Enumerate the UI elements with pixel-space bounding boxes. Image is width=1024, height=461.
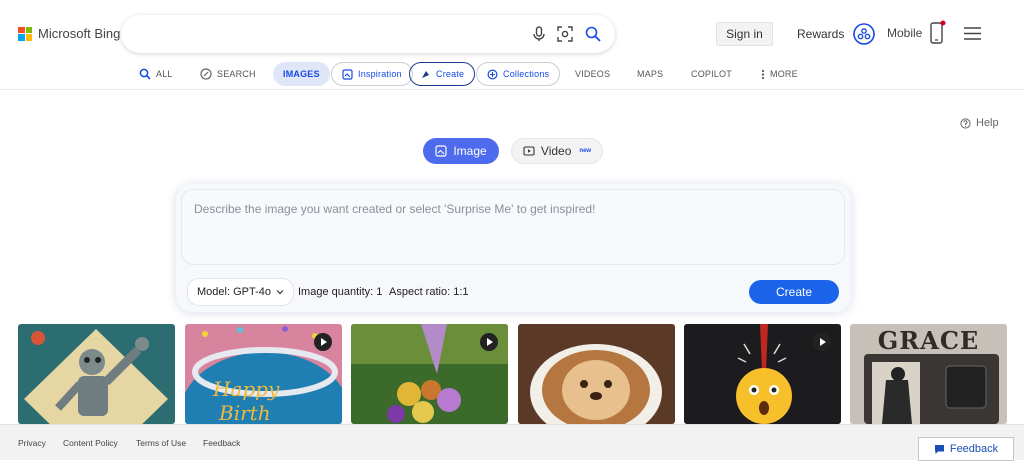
image-mode-button[interactable]: Image [423, 138, 499, 164]
nav-maps[interactable]: MAPS [637, 62, 663, 86]
video-create-icon [523, 146, 535, 156]
nav-images[interactable]: IMAGES [273, 62, 330, 86]
aspect-ratio-option[interactable]: Aspect ratio: 1:1 [389, 286, 469, 298]
rewards-button[interactable]: Rewards [797, 22, 876, 46]
image-mode-label: Image [453, 144, 487, 158]
video-play-icon [813, 333, 831, 351]
gallery-image-otter-latte[interactable] [518, 324, 675, 424]
image-quantity-option[interactable]: Image quantity: 1 [298, 286, 382, 298]
search-box[interactable] [121, 15, 615, 53]
copilot-search-icon [200, 68, 212, 80]
footer-feedback-link[interactable]: Feedback [203, 438, 240, 448]
footer-content-policy-link[interactable]: Content Policy [63, 438, 118, 448]
nav-copilot-label: COPILOT [691, 69, 732, 79]
prompt-placeholder: Describe the image you want created or s… [194, 202, 596, 216]
nav-images-label: IMAGES [283, 69, 320, 79]
nav-inspiration-label: Inspiration [358, 69, 402, 79]
create-icon [422, 70, 429, 78]
microphone-icon[interactable] [530, 25, 548, 43]
nav-videos-label: VIDEOS [575, 69, 611, 79]
nav-maps-label: MAPS [637, 69, 664, 79]
model-label: Model: GPT-4o [197, 286, 271, 298]
brand-name: Microsoft Bing [38, 26, 121, 41]
nav-create-label: Create [436, 69, 465, 79]
svg-text:Birth: Birth [218, 401, 271, 424]
gallery-image-hummingbird[interactable] [351, 324, 508, 424]
collections-icon [487, 68, 498, 80]
gallery-image-title: GRACE [877, 326, 980, 355]
help-icon [960, 117, 971, 129]
rewards-medal-icon [853, 23, 876, 45]
vertical-nav: ALL SEARCH IMAGES Inspiration Create Col… [0, 62, 1024, 88]
nav-create[interactable]: Create [409, 62, 476, 86]
search-icon [139, 68, 151, 80]
nav-all-label: ALL [156, 69, 173, 79]
header: Microsoft Bing Sign in Rewards Mobile AL… [0, 0, 1024, 90]
footer-privacy-link[interactable]: Privacy [18, 438, 46, 448]
nav-search[interactable]: SEARCH [200, 62, 256, 86]
gallery-image-shocked-emoji[interactable] [684, 324, 841, 424]
video-mode-label: Video [540, 144, 572, 158]
feedback-icon [934, 444, 944, 454]
gallery-image-birthday-cake[interactable]: Happy Birth [185, 324, 342, 424]
video-play-icon [314, 333, 332, 351]
nav-more-label: MORE [770, 69, 798, 79]
search-icon[interactable] [584, 25, 602, 43]
mobile-label: Mobile [887, 26, 923, 40]
footer-terms-link[interactable]: Terms of Use [136, 438, 186, 448]
nav-collections[interactable]: Collections [476, 62, 561, 86]
nav-copilot[interactable]: COPILOT [691, 62, 732, 86]
feedback-button-label: Feedback [949, 443, 999, 455]
create-button[interactable]: Create [749, 280, 839, 304]
nav-more[interactable]: MORE [761, 62, 798, 86]
footer: Privacy Content Policy Terms of Use Feed… [0, 424, 1024, 461]
video-play-icon [480, 333, 498, 351]
help-link[interactable]: Help [960, 117, 999, 129]
phone-icon [930, 20, 946, 44]
visual-search-icon[interactable] [556, 25, 574, 43]
svg-text:Happy: Happy [212, 377, 280, 401]
image-create-icon [435, 145, 447, 157]
chevron-down-icon [276, 290, 284, 295]
feedback-button[interactable]: Feedback [918, 437, 1014, 461]
gallery-image-robot[interactable] [18, 324, 175, 424]
nav-collections-label: Collections [503, 69, 550, 79]
new-badge: new [579, 148, 592, 154]
nav-videos[interactable]: VIDEOS [575, 62, 610, 86]
more-vertical-icon [761, 69, 765, 79]
nav-search-label: SEARCH [217, 69, 256, 79]
image-creator-panel: Describe the image you want created or s… [176, 184, 851, 312]
gallery-image-grace[interactable]: GRACE [850, 324, 1007, 424]
inspiration-icon [342, 68, 353, 80]
nav-inspiration[interactable]: Inspiration [331, 62, 413, 86]
search-input[interactable] [137, 23, 517, 45]
prompt-textarea[interactable]: Describe the image you want created or s… [181, 189, 845, 265]
mobile-button[interactable]: Mobile [887, 20, 946, 46]
hamburger-menu-icon[interactable] [964, 27, 981, 40]
video-mode-button[interactable]: Video new [511, 138, 603, 164]
sign-in-button[interactable]: Sign in [716, 22, 773, 46]
help-label: Help [976, 117, 999, 129]
nav-all[interactable]: ALL [139, 62, 173, 86]
model-selector[interactable]: Model: GPT-4o [187, 278, 294, 306]
rewards-label: Rewards [797, 27, 845, 41]
otter-latte-illustration [518, 324, 675, 424]
robot-illustration [18, 324, 175, 424]
bing-logo[interactable]: Microsoft Bing [18, 26, 120, 41]
microsoft-logo-icon [18, 26, 32, 41]
